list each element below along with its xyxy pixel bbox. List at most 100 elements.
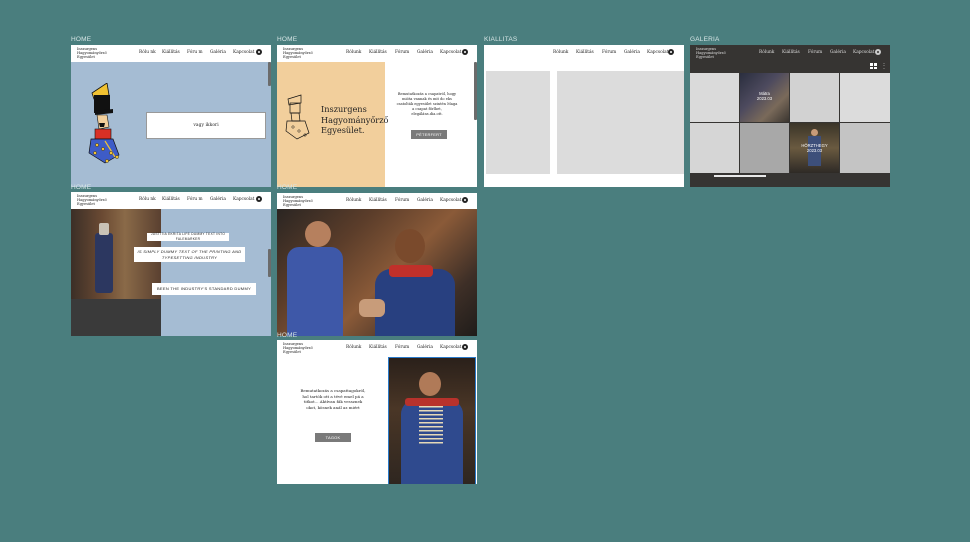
user-icon[interactable] <box>462 344 468 350</box>
gallery-tile-4[interactable] <box>840 73 890 122</box>
nav-link-rolunk[interactable]: Rólunk <box>553 50 576 55</box>
nav-link-kiallitas[interactable]: Kiállítás <box>576 50 602 55</box>
gallery-tile-1[interactable] <box>690 73 739 122</box>
more-options-icon[interactable]: · · · <box>883 61 885 72</box>
nav-link-forum[interactable]: Fórum <box>395 198 417 203</box>
nav-link-forum[interactable]: Fóru m <box>187 197 210 202</box>
frame-home-3: Inszurgens Hagyományőrző Egyesület Rólu … <box>71 192 271 336</box>
exhibit-placeholder-2[interactable] <box>557 71 684 174</box>
frame-galeria: Inszurgens Hagyományőrző Egyesület Rólun… <box>690 45 890 187</box>
nav-link-rolunk[interactable]: Rólu nk <box>139 50 162 55</box>
user-icon[interactable] <box>875 49 881 55</box>
gallery-tile-6[interactable] <box>740 123 789 173</box>
nav-links: Rólunk Kiállítás Fórum Galéria Kapcsolat <box>346 198 462 203</box>
nav-link-rolunk[interactable]: Rólu nk <box>139 197 162 202</box>
nav-links: Rólunk Kiállítás Fórum Galéria Kapcsolat <box>553 50 669 55</box>
nav-link-forum[interactable]: Fórum <box>808 50 830 55</box>
hussar-sketch-icon <box>285 94 310 140</box>
site-logo[interactable]: Inszurgens Hagyományőrző Egyesület <box>283 47 313 60</box>
group-photo <box>277 209 477 336</box>
nav-link-kiallitas[interactable]: Kiállítás <box>369 345 395 350</box>
scrollbar[interactable] <box>474 62 477 120</box>
user-icon[interactable] <box>256 49 262 55</box>
nav-bar: Inszurgens Hagyományőrző Egyesület Rólun… <box>277 193 477 210</box>
user-icon[interactable] <box>462 49 468 55</box>
nav-links: Rólu nk Kiállítás Fóru m Galéria Kapcsol… <box>139 197 255 202</box>
nav-link-galeria[interactable]: Galéria <box>417 345 440 350</box>
user-icon[interactable] <box>668 49 674 55</box>
nav-link-kiallitas[interactable]: Kiállítás <box>162 197 187 202</box>
nav-link-kapcsolat[interactable]: Kapcsolat <box>440 198 462 203</box>
gallery-tile-5[interactable] <box>690 123 739 173</box>
nav-link-kapcsolat[interactable]: Kapcsolat <box>853 50 875 55</box>
site-logo[interactable]: Inszurgens Hagyományőrző Egyesület <box>283 195 313 208</box>
nav-link-kapcsolat[interactable]: Kapcsolat <box>647 50 669 55</box>
intro-text-box: vagy ikkori <box>146 112 266 139</box>
members-button[interactable]: TAGOK <box>315 433 351 442</box>
gallery-tile-photo-2[interactable]: HÖRZTHEGY 2023.03 <box>790 123 839 173</box>
nav-bar: Rólunk Kiállítás Fórum Galéria Kapcsolat <box>484 45 684 62</box>
brand-title: Inszurgens Hagyományőrző Egyesület. <box>321 104 389 135</box>
gallery-tile-photo-1[interactable]: Mátra 2023.03 <box>740 73 789 122</box>
nav-bar: Inszurgens Hagyományőrző Egyesület Rólu … <box>71 45 271 62</box>
frame-label-kiallitas: KIALLITAS <box>484 36 518 43</box>
nav-link-galeria[interactable]: Galéria <box>210 50 233 55</box>
user-icon[interactable] <box>462 197 468 203</box>
frame-label-home-3: HOME <box>71 184 92 191</box>
nav-links: Rólunk Kiállítás Fórum Galéria Kapcsolat <box>759 50 875 55</box>
nav-links: Rólunk Kiállítás Fórum Galéria Kapcsolat <box>346 50 462 55</box>
nav-links: Rólunk Kiállítás Fórum Galéria Kapcsolat <box>346 345 462 350</box>
nav-link-forum[interactable]: Fórum <box>395 345 417 350</box>
site-logo[interactable]: Inszurgens Hagyományőrző Egyesület <box>283 342 313 355</box>
gallery-tile-date: 2023.03 <box>756 96 773 101</box>
frame-label-home-1: HOME <box>71 36 92 43</box>
nav-link-forum[interactable]: Fórum <box>395 50 417 55</box>
nav-link-kapcsolat[interactable]: Kapcsolat <box>440 50 462 55</box>
nav-link-galeria[interactable]: Galéria <box>417 198 440 203</box>
nav-link-rolunk[interactable]: Rólunk <box>346 345 369 350</box>
frame-home-2: Inszurgens Hagyományőrző Egyesület Rólun… <box>277 45 477 187</box>
hero-line-2: IS SIMPLY DUMMY TEXT OF THE PRINTING AND… <box>134 247 245 262</box>
site-logo[interactable]: Inszurgens Hagyományőrző Egyesület <box>77 47 107 60</box>
frame-label-home-5: HOME <box>277 332 298 339</box>
nav-link-rolunk[interactable]: Rólunk <box>346 50 369 55</box>
frame-label-home-4: HOME <box>277 184 298 191</box>
site-logo[interactable]: Inszurgens Hagyományőrző Egyesület <box>696 47 726 60</box>
frame-home-5: Inszurgens Hagyományőrző Egyesület Rólun… <box>277 340 477 484</box>
nav-link-kapcsolat[interactable]: Kapcsolat <box>233 197 255 202</box>
site-logo[interactable]: Inszurgens Hagyományőrző Egyesület <box>77 194 107 207</box>
scrollbar[interactable] <box>268 249 271 277</box>
member-photo[interactable] <box>388 357 476 484</box>
nav-link-forum[interactable]: Fóru m <box>187 50 210 55</box>
gallery-tile-8[interactable] <box>840 123 890 173</box>
nav-link-rolunk[interactable]: Rólunk <box>759 50 782 55</box>
frame-home-4: Inszurgens Hagyományőrző Egyesület Rólun… <box>277 193 477 336</box>
horizontal-scrollbar[interactable] <box>714 175 766 177</box>
nav-link-kapcsolat[interactable]: Kapcsolat <box>233 50 255 55</box>
user-icon[interactable] <box>256 196 262 202</box>
nav-link-galeria[interactable]: Galéria <box>210 197 233 202</box>
nav-link-kiallitas[interactable]: Kiállítás <box>782 50 808 55</box>
hero-line-1: JUSTITIA EKRITA LIFE DUMMY TEXT INTO FAL… <box>147 232 229 241</box>
nav-link-forum[interactable]: Fórum <box>602 50 624 55</box>
nav-link-galeria[interactable]: Galéria <box>624 50 647 55</box>
intro-text: Bemutatkozás a csapatról, hogy mióta van… <box>396 92 458 116</box>
nav-link-kiallitas[interactable]: Kiállítás <box>369 198 395 203</box>
hussar-illustration <box>88 83 120 164</box>
intro-button[interactable]: PÉTERFERT <box>411 130 447 139</box>
scrollbar[interactable] <box>268 62 271 86</box>
nav-link-galeria[interactable]: Galéria <box>417 50 440 55</box>
hero-line-3: BEEN THE INDUSTRY'S STANDARD DUMMY <box>152 283 256 295</box>
gallery-tile-3[interactable] <box>790 73 839 122</box>
nav-bar: Inszurgens Hagyományőrző Egyesület Rólu … <box>71 192 271 209</box>
exhibit-placeholder-1[interactable] <box>486 71 550 174</box>
frame-label-galeria: GALERIA <box>690 36 720 43</box>
nav-link-kiallitas[interactable]: Kiállítás <box>162 50 187 55</box>
nav-link-galeria[interactable]: Galéria <box>830 50 853 55</box>
nav-link-kapcsolat[interactable]: Kapcsolat <box>440 345 462 350</box>
nav-link-rolunk[interactable]: Rólunk <box>346 198 369 203</box>
frame-home-1: Inszurgens Hagyományőrző Egyesület Rólu … <box>71 45 271 187</box>
nav-link-kiallitas[interactable]: Kiállítás <box>369 50 395 55</box>
gallery-tile-date: 2023.03 <box>806 148 823 153</box>
grid-view-icon[interactable] <box>870 63 877 69</box>
